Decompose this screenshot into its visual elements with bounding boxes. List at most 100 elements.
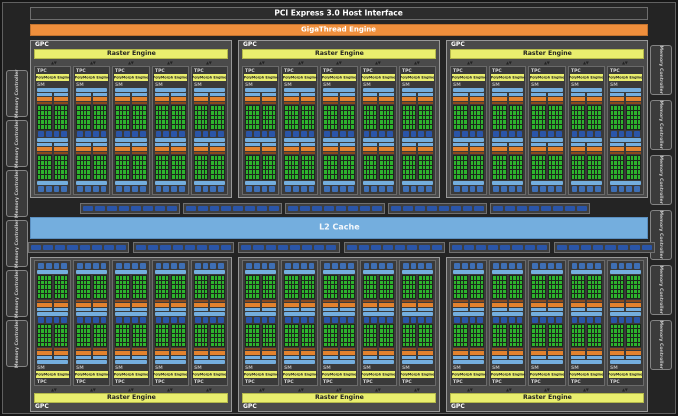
core-cell bbox=[503, 343, 505, 347]
core-cell bbox=[513, 106, 515, 110]
core-cell bbox=[461, 125, 463, 129]
core-cell bbox=[539, 161, 541, 165]
ldst-sfu-segment bbox=[579, 131, 585, 137]
core-cell bbox=[543, 276, 545, 280]
core-cell bbox=[588, 120, 590, 124]
core-cell bbox=[627, 156, 629, 160]
core-cell bbox=[127, 325, 129, 329]
dispatch-units-bar bbox=[453, 348, 468, 350]
core-cell bbox=[61, 281, 63, 285]
tpc-label: TPC bbox=[323, 68, 333, 73]
core-grid bbox=[626, 155, 641, 180]
instruction-buffer-bar bbox=[323, 308, 338, 311]
tex-l1-cache-bar bbox=[37, 270, 68, 274]
core-cell bbox=[324, 170, 326, 174]
core-cell bbox=[77, 111, 79, 115]
core-cell bbox=[84, 329, 86, 333]
core-cell bbox=[87, 334, 89, 338]
core-cell bbox=[611, 294, 613, 298]
register-file-bar bbox=[492, 312, 523, 316]
warp-scheduler-bar bbox=[610, 351, 625, 355]
core-cell bbox=[324, 281, 326, 285]
sm-processing-block bbox=[115, 275, 130, 311]
core-cell bbox=[575, 120, 577, 124]
core-cell bbox=[503, 116, 505, 120]
core-cell bbox=[611, 111, 613, 115]
up-down-arrows-icon: ▲▼ bbox=[506, 388, 511, 392]
register-file-bar bbox=[571, 312, 602, 316]
sm-label: SM bbox=[37, 82, 45, 87]
sm-label: SM bbox=[284, 82, 292, 87]
sm-processing-block bbox=[301, 324, 316, 360]
core-cell bbox=[253, 106, 255, 110]
polymorph-engine-bar: PolyMorph Engine bbox=[36, 74, 69, 81]
warp-scheduler-bar bbox=[171, 97, 186, 101]
core-cell bbox=[374, 175, 376, 179]
core-cell bbox=[205, 175, 207, 179]
core-cell bbox=[454, 281, 456, 285]
sm-processing-block bbox=[37, 93, 52, 130]
core-cell bbox=[493, 116, 495, 120]
core-cell bbox=[419, 166, 421, 170]
core-cell bbox=[419, 290, 421, 294]
core-cell bbox=[179, 111, 181, 115]
core-cell bbox=[65, 116, 67, 120]
core-cell bbox=[419, 111, 421, 115]
core-cell bbox=[430, 175, 432, 179]
polymorph-engine-bar: PolyMorph Engine bbox=[362, 371, 395, 378]
core-cell bbox=[81, 161, 83, 165]
core-cell bbox=[390, 166, 392, 170]
sm-processing-block bbox=[284, 324, 299, 360]
raster-tpc-arrows-row: ▲▼▲▼▲▼▲▼▲▼ bbox=[34, 59, 228, 66]
core-cell bbox=[309, 175, 311, 179]
tpc-row: TPCPolyMorph EngineSMTPCPolyMorph Engine… bbox=[34, 260, 228, 386]
core-cell bbox=[266, 166, 268, 170]
core-cell bbox=[575, 156, 577, 160]
core-cell bbox=[211, 111, 213, 115]
core-grid bbox=[210, 324, 225, 348]
core-cell bbox=[249, 116, 251, 120]
core-cell bbox=[289, 120, 291, 124]
core-cell bbox=[390, 334, 392, 338]
ldst-sfu-segment bbox=[301, 317, 307, 323]
core-cell bbox=[289, 106, 291, 110]
core-cell bbox=[614, 161, 616, 165]
sm-processing-block bbox=[626, 275, 641, 311]
core-cell bbox=[638, 338, 640, 342]
core-cell bbox=[140, 281, 142, 285]
sm-processing-block bbox=[323, 143, 338, 180]
crossbar-group bbox=[80, 203, 180, 214]
core-cell bbox=[41, 276, 43, 280]
core-cell bbox=[324, 166, 326, 170]
core-cell bbox=[370, 329, 372, 333]
core-cell bbox=[143, 106, 145, 110]
core-cell bbox=[292, 125, 294, 129]
core-cell bbox=[41, 334, 43, 338]
sm-label: SM bbox=[571, 365, 579, 370]
tpc-label: TPC bbox=[363, 379, 373, 384]
sm-processing-blocks bbox=[194, 324, 225, 360]
core-cell bbox=[295, 125, 297, 129]
core-cell bbox=[215, 334, 217, 338]
core-cell bbox=[97, 106, 99, 110]
texture-unit-segment bbox=[418, 186, 424, 192]
core-cell bbox=[344, 285, 346, 289]
sm-processing-block bbox=[210, 93, 225, 130]
core-cell bbox=[87, 125, 89, 129]
ldst-sfu-segment bbox=[61, 131, 67, 137]
core-cell bbox=[58, 170, 60, 174]
core-cell bbox=[222, 125, 224, 129]
core-cell bbox=[172, 156, 174, 160]
core-cell bbox=[457, 175, 459, 179]
core-cell bbox=[390, 343, 392, 347]
tpc-block: TPCPolyMorph EngineSM bbox=[191, 260, 228, 386]
ldst-sfu-segment bbox=[85, 131, 91, 137]
core-cell bbox=[182, 334, 184, 338]
core-cell bbox=[335, 294, 337, 298]
core-cell bbox=[423, 175, 425, 179]
core-cell bbox=[387, 325, 389, 329]
core-cell bbox=[592, 116, 594, 120]
core-cell bbox=[513, 156, 515, 160]
core-cell bbox=[140, 175, 142, 179]
core-cell bbox=[249, 175, 251, 179]
